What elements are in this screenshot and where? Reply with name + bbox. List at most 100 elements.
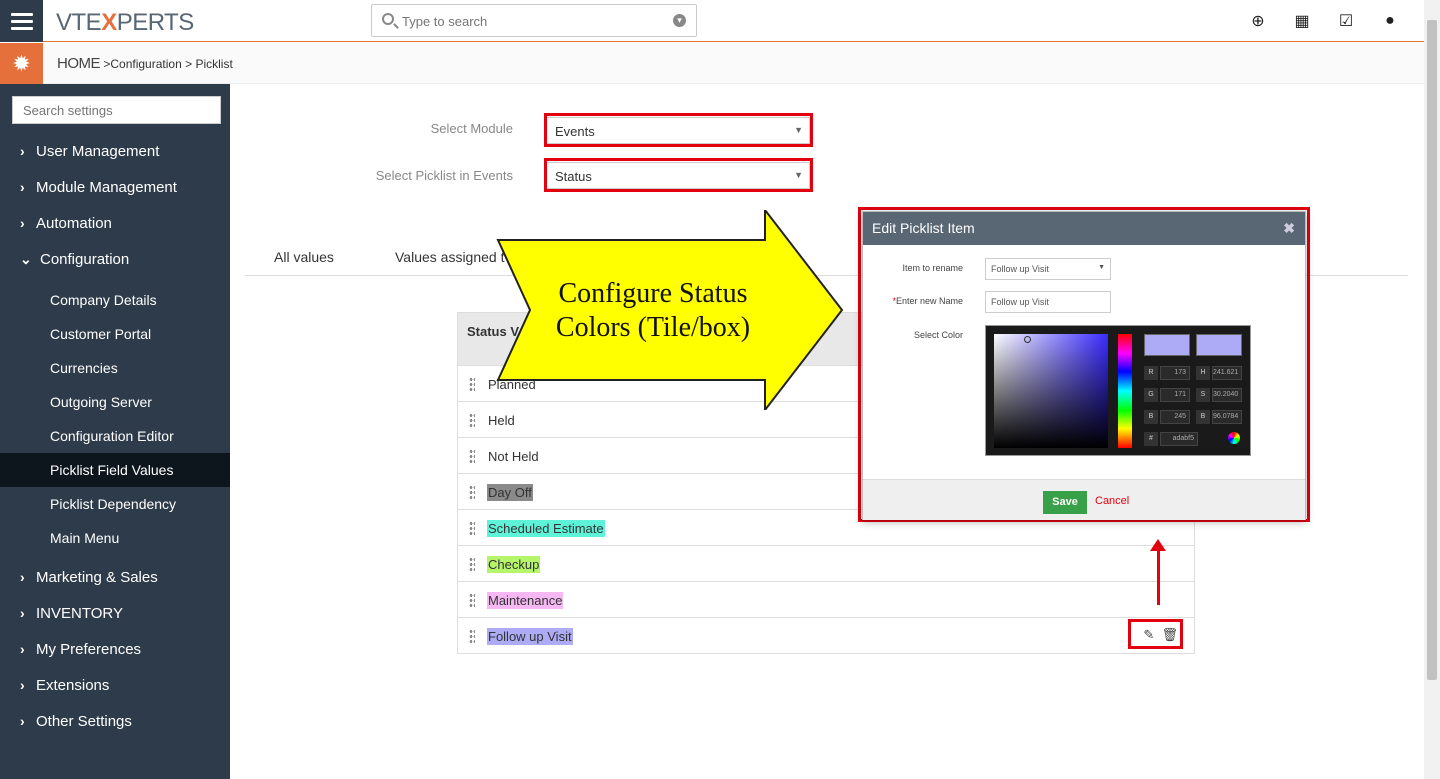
sidebar-item-marketing-sales[interactable]: › Marketing & Sales: [0, 559, 230, 595]
rename-select[interactable]: Follow up Visit ▼: [985, 258, 1111, 280]
current-color-swatch: [1196, 334, 1242, 356]
search-icon: [382, 13, 394, 25]
sidebar-subitem-currencies[interactable]: Currencies: [0, 351, 230, 385]
new-color-swatch: [1144, 334, 1190, 356]
color-wheel-icon[interactable]: [1228, 432, 1240, 444]
sidebar-subitem-picklist-field-values[interactable]: Picklist Field Values: [0, 453, 230, 487]
table-row[interactable]: Checkup: [457, 546, 1195, 582]
calendar-icon[interactable]: ▦: [1280, 11, 1324, 31]
drag-handle-icon[interactable]: [469, 485, 475, 499]
plus-circle-icon[interactable]: ⊕: [1236, 11, 1280, 31]
chevron-down-icon: ⌄: [20, 251, 32, 267]
sidebar-item-automation[interactable]: › Automation: [0, 205, 230, 241]
s-value[interactable]: 30.2040: [1212, 388, 1242, 402]
sidebar-item-label: Extensions: [36, 677, 110, 694]
chevron-right-icon: ›: [20, 179, 25, 195]
h-value[interactable]: 241.621: [1212, 366, 1242, 380]
sidebar-item-label: Automation: [36, 215, 112, 232]
sidebar-subitem-outgoing-server[interactable]: Outgoing Server: [0, 385, 230, 419]
g-value[interactable]: 171: [1160, 388, 1190, 402]
breadcrumb: HOME >Configuration > Picklist: [57, 55, 233, 72]
sidebar-item-my-preferences[interactable]: › My Preferences: [0, 631, 230, 667]
menu-icon[interactable]: [0, 0, 43, 42]
picklist-value: Checkup: [487, 556, 541, 573]
sidebar-item-user-management[interactable]: › User Management: [0, 133, 230, 169]
breadcrumb-picklist[interactable]: Picklist: [195, 57, 232, 71]
sidebar-subitem-main-menu[interactable]: Main Menu: [0, 521, 230, 555]
edit-picklist-dialog: Edit Picklist Item ✖ Item to rename Foll…: [862, 211, 1306, 520]
up-arrow-annotation: [1150, 539, 1166, 605]
dialog-footer: Save Cancel: [863, 479, 1305, 520]
drag-handle-icon[interactable]: [469, 557, 475, 571]
search-input[interactable]: [402, 11, 662, 31]
saturation-area[interactable]: [994, 334, 1108, 448]
chevron-right-icon: ›: [20, 677, 25, 693]
hue-slider[interactable]: [1118, 334, 1132, 448]
sidebar-item-other-settings[interactable]: › Other Settings: [0, 703, 230, 739]
color-picker[interactable]: R 173 H 241.621 G 171 S 30.2040 B 245 B 96.078…: [985, 325, 1251, 456]
picklist-value: Day Off: [487, 484, 533, 501]
close-icon[interactable]: ✖: [1283, 220, 1295, 237]
global-search[interactable]: ▾: [371, 4, 697, 37]
settings-search-input[interactable]: [12, 96, 221, 124]
sidebar-item-label: INVENTORY: [36, 605, 123, 622]
h-key: H: [1196, 366, 1210, 380]
sidebar-subitem-picklist-dependency[interactable]: Picklist Dependency: [0, 487, 230, 521]
save-button[interactable]: Save: [1043, 491, 1087, 514]
sidebar-subitem-company-details[interactable]: Company Details: [0, 283, 230, 317]
logo: VTEXPERTS: [56, 9, 194, 36]
breadcrumb-configuration[interactable]: Configuration: [110, 57, 181, 71]
highlight-picklist-select: [544, 158, 813, 192]
scrollbar-thumb[interactable]: [1427, 20, 1437, 680]
sidebar-subitem-configuration-editor[interactable]: Configuration Editor: [0, 419, 230, 453]
chevron-right-icon: ›: [20, 143, 25, 159]
sidebar: › User Management › Module Management › Aut…: [0, 84, 230, 779]
table-row[interactable]: Follow up Visit ✎ 🗑: [457, 618, 1195, 654]
chevron-right-icon: ›: [20, 569, 25, 585]
breadcrumb-bar: ✹ HOME >Configuration > Picklist: [0, 43, 1424, 84]
highlight-module-select: [544, 113, 813, 147]
picklist-value: Held: [488, 413, 515, 428]
sidebar-subitem-customer-portal[interactable]: Customer Portal: [0, 317, 230, 351]
top-icons: ⊕ ▦ ☑ ●: [1236, 0, 1412, 42]
dialog-title: Edit Picklist Item: [872, 220, 975, 236]
b-value[interactable]: 245: [1160, 410, 1190, 424]
cancel-link[interactable]: Cancel: [1095, 495, 1129, 507]
brightness-value[interactable]: 96.0784: [1212, 410, 1242, 424]
hex-value[interactable]: adabf5: [1160, 432, 1198, 446]
scrollbar[interactable]: [1424, 0, 1440, 779]
drag-handle-icon[interactable]: [469, 629, 475, 643]
callout-text: Configure Status Colors (Tile/box): [555, 278, 751, 343]
chevron-down-icon[interactable]: ▾: [673, 14, 686, 27]
gear-icon[interactable]: ✹: [0, 43, 43, 84]
checkbox-icon[interactable]: ☑: [1324, 11, 1368, 31]
new-name-input[interactable]: Follow up Visit: [985, 291, 1111, 313]
sidebar-item-inventory[interactable]: › INVENTORY: [0, 595, 230, 631]
drag-handle-icon[interactable]: [469, 449, 475, 463]
picklist-value: Follow up Visit: [487, 628, 573, 645]
rename-select-value: Follow up Visit: [991, 264, 1049, 274]
chevron-right-icon: ›: [20, 215, 25, 231]
rename-label: Item to rename: [902, 263, 963, 273]
drag-handle-icon[interactable]: [469, 413, 475, 427]
user-icon[interactable]: ●: [1368, 12, 1412, 30]
caret-down-icon: ▼: [1098, 264, 1105, 271]
new-name-label: *Enter new Name: [863, 296, 963, 306]
sidebar-item-label: Marketing & Sales: [36, 569, 158, 586]
sidebar-item-module-management[interactable]: › Module Management: [0, 169, 230, 205]
drag-handle-icon[interactable]: [469, 377, 475, 391]
tab-values-assigned[interactable]: Values assigned t: [395, 249, 504, 265]
sidebar-item-extensions[interactable]: › Extensions: [0, 667, 230, 703]
sidebar-item-label: Other Settings: [36, 713, 132, 730]
breadcrumb-home[interactable]: HOME: [57, 55, 101, 72]
sidebar-item-configuration[interactable]: ⌄ Configuration: [0, 241, 230, 277]
sidebar-item-label: Configuration: [40, 251, 130, 268]
picklist-value: Scheduled Estimate: [487, 520, 605, 537]
tab-all-values[interactable]: All values: [274, 249, 334, 265]
drag-handle-icon[interactable]: [469, 593, 475, 607]
color-cursor[interactable]: [1024, 336, 1031, 343]
table-row[interactable]: Maintenance: [457, 582, 1195, 618]
top-bar: VTEXPERTS ▾ ⊕ ▦ ☑ ●: [0, 0, 1424, 42]
r-value[interactable]: 173: [1160, 366, 1190, 380]
drag-handle-icon[interactable]: [469, 521, 475, 535]
